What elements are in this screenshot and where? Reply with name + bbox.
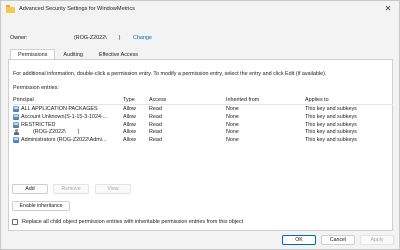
permission-entry-row[interactable]: ALL APPLICATION PACKAGES Allow Read None… [13, 105, 393, 113]
entry-principal: (ROG-Z2022\ ) [21, 129, 80, 136]
entry-access: Read [149, 106, 162, 112]
entry-type: Allow [123, 137, 136, 144]
entry-type: Allow [123, 113, 136, 120]
entry-access: Read [149, 129, 162, 136]
advanced-security-settings-window: Advanced Security Settings for WindowMet… [0, 0, 400, 250]
group-icon [13, 106, 19, 112]
column-header-access[interactable]: Access [149, 96, 225, 104]
entry-applies-to: This key and subkeys [305, 106, 357, 112]
group-icon [13, 137, 19, 144]
permission-entries-label: Permission entries: [13, 85, 59, 91]
user-icon [13, 129, 19, 136]
entry-applies-to: This key and subkeys [305, 121, 357, 128]
title-bar: Advanced Security Settings for WindowMet… [1, 1, 399, 18]
entry-inherited-from: None [226, 106, 239, 112]
replace-child-permissions-checkbox[interactable] [12, 219, 18, 225]
group-icon [13, 113, 19, 120]
entry-principal: ALL APPLICATION PACKAGES [21, 106, 98, 112]
enable-inheritance-button[interactable]: Enable inheritance [12, 201, 70, 211]
permission-entries-list[interactable]: Principal Type Access Inherited from App… [13, 96, 393, 144]
remove-button[interactable]: Remove [53, 184, 89, 194]
entry-principal: RESTRICTED [21, 121, 56, 128]
owner-value: (ROG-Z2022\ ) [74, 35, 121, 41]
column-header-applies-to[interactable]: Applies to [305, 96, 391, 104]
entry-principal: Account Unknown(S-1-15-3-1024-... [21, 113, 108, 120]
entry-type: Allow [123, 106, 136, 112]
permission-entry-row[interactable]: (ROG-Z2022\ ) Allow Read None This key a… [13, 128, 393, 136]
entry-applies-to: This key and subkeys [305, 129, 357, 136]
entry-applies-to: This key and subkeys [305, 137, 357, 144]
entry-inherited-from: None [226, 129, 239, 136]
entry-inherited-from: None [226, 121, 239, 128]
entry-type: Allow [123, 129, 136, 136]
group-icon [13, 121, 19, 128]
entry-inherited-from: None [226, 137, 239, 144]
list-header: Principal Type Access Inherited from App… [13, 96, 393, 105]
change-owner-link[interactable]: Change [133, 35, 152, 41]
entry-inherited-from: None [226, 113, 239, 120]
replace-child-permissions-label: Replace all child object permission entr… [22, 219, 244, 225]
window-title: Advanced Security Settings for WindowMet… [19, 6, 135, 12]
entry-access: Read [149, 113, 162, 120]
column-header-principal[interactable]: Principal [13, 96, 121, 104]
folder-icon [6, 5, 15, 13]
permission-entry-row[interactable]: Administrators (ROG-Z2022\Admi... Allow … [13, 136, 393, 144]
permission-entry-row[interactable]: RESTRICTED Allow Read None This key and … [13, 121, 393, 129]
add-button[interactable]: Add [12, 184, 48, 194]
entry-access: Read [149, 137, 162, 144]
column-header-type[interactable]: Type [123, 96, 149, 104]
entry-principal: Administrators (ROG-Z2022\Admi... [21, 137, 107, 144]
column-header-inherited-from[interactable]: Inherited from [226, 96, 304, 104]
apply-button[interactable]: Apply [360, 235, 394, 245]
entry-applies-to: This key and subkeys [305, 113, 357, 120]
replace-child-permissions-option[interactable]: Replace all child object permission entr… [12, 219, 243, 225]
close-icon[interactable]: ✕ [383, 4, 393, 14]
owner-label: Owner: [10, 35, 28, 41]
info-text: For additional information, double-click… [13, 71, 327, 77]
cancel-button[interactable]: Cancel [321, 235, 355, 245]
entry-access: Read [149, 121, 162, 128]
view-button[interactable]: View [95, 184, 131, 194]
ok-button[interactable]: OK [282, 235, 316, 245]
permission-entry-row[interactable]: Account Unknown(S-1-15-3-1024-... Allow … [13, 113, 393, 121]
entry-type: Allow [123, 121, 136, 128]
